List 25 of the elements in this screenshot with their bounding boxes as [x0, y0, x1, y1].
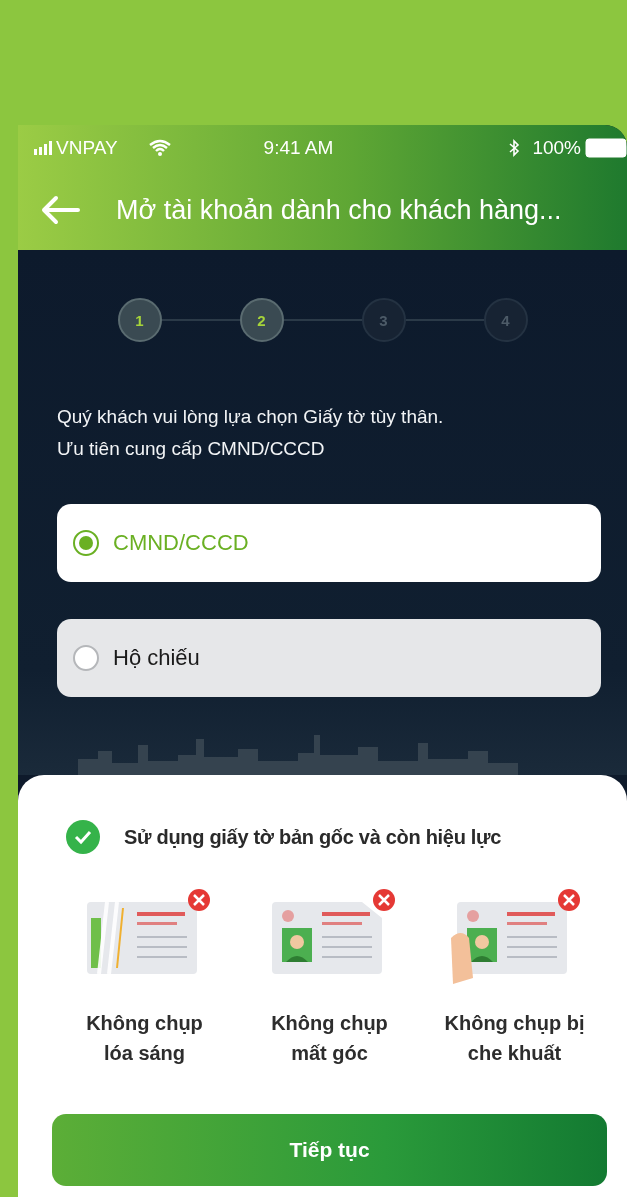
bluetooth-icon: [508, 138, 521, 157]
step-indicator: 2: [239, 298, 284, 342]
status-time: 9:41 AM: [263, 136, 334, 159]
radio-icon: [73, 645, 99, 671]
tip-label: Không chụp mất góc: [270, 1011, 389, 1066]
document-option[interactable]: Hộ chiếu: [57, 619, 601, 697]
instruction-text: Ưu tiên cung cấp CMND/CCCD: [57, 437, 326, 461]
step-indicator: 1: [117, 298, 162, 342]
document-option[interactable]: CMND/CCCD: [57, 504, 601, 582]
screen-title: Mở tài khoản dành cho khách hàng...: [116, 194, 562, 226]
tip-label: Không chụp bị che khuất: [443, 1011, 586, 1066]
signal-icon: [34, 140, 54, 155]
battery-icon: [585, 137, 627, 158]
step-indicator: 4: [483, 298, 528, 342]
back-arrow-icon[interactable]: [40, 195, 80, 225]
check-circle-icon: [66, 820, 100, 854]
notice-text: Sử dụng giấy tờ bản gốc và còn hiệu lực: [124, 825, 502, 849]
battery-percent: 100%: [532, 136, 581, 159]
instruction-text: Quý khách vui lòng lựa chọn Giấy tờ tùy thân.: [57, 405, 445, 429]
carrier-name: VNPAY: [56, 136, 118, 159]
wifi-icon: [147, 138, 172, 157]
step-indicator: 3: [361, 298, 406, 342]
continue-button[interactable]: Tiếp tục: [52, 1114, 607, 1186]
radio-icon: [73, 530, 99, 556]
tip-label: Không chụp lóa sáng: [85, 1011, 204, 1066]
